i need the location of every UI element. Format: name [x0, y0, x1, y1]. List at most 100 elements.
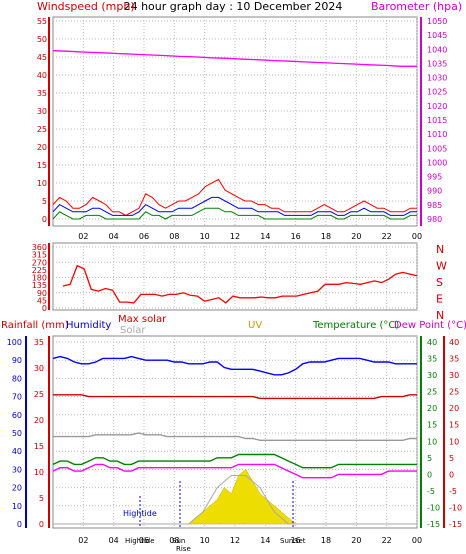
panel1-left-tick: 55	[37, 17, 47, 26]
panel3-rain-tick: 30	[34, 364, 44, 373]
panel3-rain-label: Rainfall (mm)	[1, 320, 69, 331]
panel1-x-tick: 14	[260, 232, 270, 241]
panel3-temp-label: Temperature (°C)	[312, 320, 399, 331]
panel1-left-tick: 25	[37, 125, 47, 134]
panel3-dew-tick: 30	[449, 371, 459, 380]
panel3-rain-tick: 5	[39, 494, 44, 503]
panel3-dew-tick: -5	[449, 487, 457, 496]
panel3-dew-tick: 40	[449, 338, 459, 347]
panel3-temp-tick: 40	[427, 338, 437, 347]
panel1-right-tick: 1000	[427, 158, 447, 167]
panel2-compass-label: W	[436, 260, 447, 273]
panel1-x-tick: 18	[321, 232, 331, 241]
panel3-dew-tick: -15	[449, 520, 462, 529]
panel1-left-tick: 10	[37, 179, 47, 188]
panel1-right-axis-label: Barometer (hpa)	[371, 0, 462, 13]
panel1-right-tick: 1050	[427, 17, 447, 26]
panel3-dew-label: Dew Point (°C)	[394, 320, 466, 331]
panel3-hightide-label-2: Hightide	[125, 537, 155, 545]
panel3-temp-tick: 10	[427, 437, 437, 446]
panel3-humidity-tick: 20	[12, 484, 22, 493]
panel3-rise-label: Rise	[176, 545, 191, 553]
panel1-left-tick: 30	[37, 107, 47, 116]
panel3-humidity-tick: 80	[12, 374, 22, 383]
panel3-x-tick: 00	[412, 536, 422, 545]
chart-canvas: Windspeed (mph) Barometer (hpa)0510152025…	[1, 0, 466, 553]
panel3-humidity-tick: 90	[12, 356, 22, 365]
panel1-left-tick: 50	[37, 35, 47, 44]
panel1-left-tick: 0	[42, 215, 47, 224]
panel3-rain-tick: 10	[34, 468, 44, 477]
panel3-temp-tick: 15	[427, 421, 437, 430]
panel3-dew-tick: 0	[449, 470, 454, 479]
panel2-left-tick: 360	[32, 243, 47, 252]
panel1-right-tick: 1015	[427, 116, 447, 125]
panel3-set-label: Set	[294, 537, 306, 545]
panel1-right-tick: 985	[427, 201, 442, 210]
panel1-x-tick: 22	[382, 232, 392, 241]
panel1-right-tick: 1040	[427, 45, 447, 54]
panel3-temp-tick: 30	[427, 371, 437, 380]
panel3-temp-tick: -5	[427, 487, 435, 496]
panel1-x-tick: 06	[139, 232, 149, 241]
panel3-sun-label: Sun	[172, 537, 185, 545]
panel1-right-tick: 995	[427, 173, 442, 182]
panel3-temp-tick: 5	[427, 454, 432, 463]
panel1-left-tick: 35	[37, 89, 47, 98]
panel2-compass-label: N	[436, 243, 444, 256]
panel3-rain-tick: 0	[39, 520, 44, 529]
panel3-dew-tick: 15	[449, 421, 459, 430]
panel1-x-tick: 08	[169, 232, 179, 241]
panel3-hightide-label: Hightide	[123, 509, 157, 518]
panel1-right-tick: 1035	[427, 59, 447, 68]
panel1-right-tick: 1025	[427, 88, 447, 97]
panel3-x-tick: 22	[382, 536, 392, 545]
panel3-humidity-tick: 10	[12, 502, 22, 511]
panel1-x-tick: 20	[351, 232, 361, 241]
panel3-x-tick: 12	[230, 536, 240, 545]
panel3-rain-tick: 20	[34, 416, 44, 425]
panel1-x-tick: 00	[412, 232, 422, 241]
panel1-right-tick: 1020	[427, 102, 447, 111]
panel3-rain-tick: 35	[34, 338, 44, 347]
panel3-dew-tick: 5	[449, 454, 454, 463]
panel3-rain-tick: 25	[34, 390, 44, 399]
panel1-right-tick: 990	[427, 187, 442, 196]
panel1-left-tick: 20	[37, 143, 47, 152]
panel3-humidity-tick: 30	[12, 465, 22, 474]
panel3-maxsolar-label: Max solar	[118, 314, 167, 325]
panel3-temp-tick: 0	[427, 470, 432, 479]
panel3-humidity-label: Humidity	[66, 320, 111, 331]
panel1-right-tick: 980	[427, 215, 442, 224]
panel1-left-axis-label: Windspeed (mph)	[37, 0, 135, 13]
panel1-left-tick: 15	[37, 161, 47, 170]
panel1-left-tick: 40	[37, 71, 47, 80]
panel2-compass-label: E	[436, 293, 443, 306]
panel3-x-tick: 04	[109, 536, 119, 545]
panel3-dew-tick: -10	[449, 503, 462, 512]
panel3-x-tick: 14	[260, 536, 270, 545]
panel3-humidity-tick: 40	[12, 447, 22, 456]
panel1-x-tick: 02	[78, 232, 88, 241]
panel3-humidity-tick: 50	[12, 429, 22, 438]
panel3-dew-tick: 10	[449, 437, 459, 446]
panel1-left-tick: 5	[42, 197, 47, 206]
panel3-x-tick: 10	[200, 536, 210, 545]
panel1-left-tick: 45	[37, 53, 47, 62]
panel1-right-tick: 1005	[427, 144, 447, 153]
panel3-uv-label: UV	[248, 320, 262, 331]
panel1-right-tick: 1010	[427, 130, 447, 139]
panel3-humidity-tick: 60	[12, 411, 22, 420]
panel3-dew-tick: 35	[449, 355, 459, 364]
panel3-x-tick: 02	[78, 536, 88, 545]
panel3-temp-tick: 20	[427, 404, 437, 413]
panel3-dew-tick: 20	[449, 404, 459, 413]
panel3-sun-label-2: Sun	[280, 537, 293, 545]
panel3-humidity-tick: 100	[7, 338, 22, 347]
panel1-right-tick: 1045	[427, 31, 447, 40]
panel3-humidity-tick: 70	[12, 393, 22, 402]
panel3-humidity-tick: 0	[17, 520, 22, 529]
panel3-dew-tick: 25	[449, 388, 459, 397]
panel1-x-tick: 16	[291, 232, 301, 241]
panel1-right-tick: 1030	[427, 74, 447, 83]
